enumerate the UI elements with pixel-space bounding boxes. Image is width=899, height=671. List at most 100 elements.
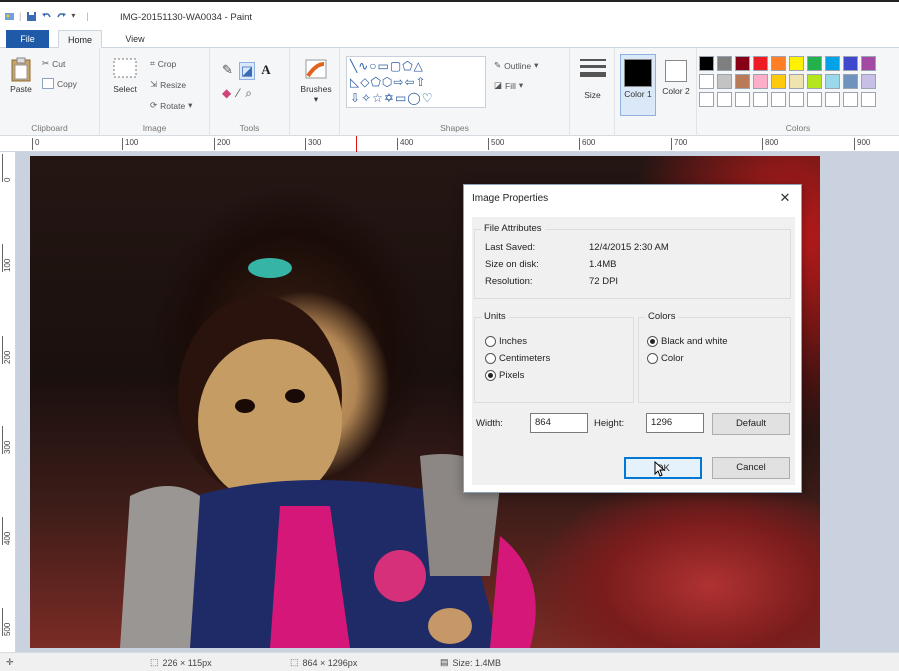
line-shape-icon[interactable]: ╲	[350, 59, 358, 73]
copy-button[interactable]: Copy	[42, 78, 77, 89]
color-swatch[interactable]	[861, 56, 876, 71]
width-field[interactable]: 864	[530, 413, 588, 433]
color-swatch[interactable]	[771, 92, 786, 107]
color-swatch[interactable]	[861, 92, 876, 107]
color-picker-icon[interactable]: ⁄	[237, 86, 239, 101]
paste-button[interactable]: Paste	[6, 56, 36, 94]
color1-label: Color 1	[624, 89, 652, 99]
polygon-shape-icon[interactable]: ⬠	[402, 59, 413, 73]
color-swatch[interactable]	[789, 74, 804, 89]
color-swatch[interactable]	[825, 92, 840, 107]
radio-black-and-white[interactable]: Black and white	[647, 336, 728, 347]
undo-icon[interactable]	[41, 11, 52, 21]
color-swatch[interactable]	[843, 56, 858, 71]
color-swatch[interactable]	[825, 56, 840, 71]
color-swatch[interactable]	[843, 74, 858, 89]
brushes-button[interactable]: Brushes ▾	[296, 56, 336, 105]
radio-color[interactable]: Color	[647, 353, 684, 364]
color-swatch[interactable]	[789, 56, 804, 71]
redo-icon[interactable]	[56, 11, 67, 21]
oval-shape-icon[interactable]: ○	[369, 59, 377, 73]
units-legend: Units	[481, 311, 509, 322]
color-swatch[interactable]	[771, 56, 786, 71]
crop-button[interactable]: ⌗ Crop	[150, 58, 176, 69]
color-swatch[interactable]	[717, 74, 732, 89]
paint-app-icon[interactable]	[4, 11, 14, 21]
resize-button[interactable]: ⇲ Resize	[150, 79, 186, 90]
color-swatch[interactable]	[699, 74, 714, 89]
color1-button[interactable]: Color 1	[620, 54, 656, 116]
pentagon-shape-icon[interactable]: ⬠	[370, 75, 381, 89]
file-size-value: Size: 1.4MB	[452, 657, 502, 668]
right-arrow-shape-icon[interactable]: ⇨	[393, 75, 404, 89]
color-swatch[interactable]	[735, 56, 750, 71]
color-swatch[interactable]	[807, 74, 822, 89]
four-point-star-shape-icon[interactable]: ✧	[361, 91, 372, 105]
color-swatch[interactable]	[717, 56, 732, 71]
outline-button[interactable]: ✎ Outline ▾	[494, 60, 538, 71]
color-swatch[interactable]	[753, 92, 768, 107]
curve-shape-icon[interactable]: ∿	[358, 59, 369, 73]
height-field[interactable]: 1296	[646, 413, 704, 433]
rectangle-shape-icon[interactable]: ▭	[378, 59, 390, 73]
color-swatch[interactable]	[807, 56, 822, 71]
color-swatch[interactable]	[843, 92, 858, 107]
save-icon[interactable]	[26, 11, 37, 21]
image-size-value: 864 × 1296px	[302, 657, 358, 668]
color2-button[interactable]: Color 2	[660, 54, 692, 116]
close-icon[interactable]: ✕	[777, 190, 793, 206]
rounded-rectangle-shape-icon[interactable]: ▢	[390, 59, 402, 73]
color-swatch[interactable]	[753, 74, 768, 89]
height-label: Height:	[594, 418, 625, 429]
color-swatch[interactable]	[861, 74, 876, 89]
triangle-shape-icon[interactable]: △	[414, 59, 424, 73]
tools-row-1: ✎ ◪ A	[222, 62, 271, 80]
color-swatch[interactable]	[825, 74, 840, 89]
cancel-button[interactable]: Cancel	[712, 457, 790, 479]
up-arrow-shape-icon[interactable]: ⇧	[416, 75, 427, 89]
color-swatch[interactable]	[735, 92, 750, 107]
tab-view[interactable]: View	[112, 30, 158, 48]
select-button[interactable]: Select	[110, 56, 140, 94]
cut-button[interactable]: ✂ Cut	[42, 58, 65, 69]
ruler-tick: 100	[2, 244, 12, 272]
color-swatch[interactable]	[699, 92, 714, 107]
diamond-shape-icon[interactable]: ◇	[360, 75, 370, 89]
color-swatch[interactable]	[699, 56, 714, 71]
fill-button[interactable]: ◪ Fill ▾	[494, 80, 523, 91]
customize-toolbar-icon[interactable]: ▾	[71, 11, 81, 21]
text-tool-icon[interactable]: A	[261, 62, 270, 80]
colors-legend: Colors	[645, 311, 679, 322]
size-button[interactable]: Size	[575, 56, 610, 100]
six-point-star-shape-icon[interactable]: ✡	[384, 91, 395, 105]
fill-bucket-icon[interactable]: ◪	[238, 62, 256, 80]
callout-rect-shape-icon[interactable]: ▭	[395, 91, 407, 105]
left-arrow-shape-icon[interactable]: ⇦	[404, 75, 415, 89]
radio-centimeters[interactable]: Centimeters	[485, 353, 550, 364]
heart-shape-icon[interactable]: ♡	[422, 91, 434, 105]
color-swatch[interactable]	[753, 56, 768, 71]
hexagon-shape-icon[interactable]: ⬡	[382, 75, 393, 89]
tab-file[interactable]: File	[6, 30, 49, 48]
resolution-value: 72 DPI	[589, 276, 619, 287]
pencil-icon[interactable]: ✎	[222, 62, 233, 80]
color-swatch[interactable]	[807, 92, 822, 107]
radio-inches[interactable]: Inches	[485, 336, 527, 347]
tab-home[interactable]: Home	[58, 30, 102, 48]
shapes-gallery[interactable]: ╲∿○▭▢⬠△ ◺◇⬠⬡⇨⇦⇧ ⇩✧☆✡▭◯♡	[346, 56, 486, 108]
color-swatch[interactable]	[771, 74, 786, 89]
color-swatch[interactable]	[717, 92, 732, 107]
five-point-star-shape-icon[interactable]: ☆	[372, 91, 384, 105]
color-swatch[interactable]	[735, 74, 750, 89]
magnifier-icon[interactable]: ⌕	[245, 86, 252, 101]
image-group-label: Image	[142, 123, 167, 133]
rotate-button[interactable]: ⟳ Rotate ▾	[150, 100, 192, 111]
ruler-tick: 900	[854, 138, 870, 150]
eraser-icon[interactable]: ◆	[222, 86, 231, 101]
radio-pixels[interactable]: Pixels	[485, 370, 524, 381]
right-triangle-shape-icon[interactable]: ◺	[350, 75, 360, 89]
callout-oval-shape-icon[interactable]: ◯	[407, 91, 421, 105]
color-swatch[interactable]	[789, 92, 804, 107]
default-button[interactable]: Default	[712, 413, 790, 435]
down-arrow-shape-icon[interactable]: ⇩	[350, 91, 361, 105]
